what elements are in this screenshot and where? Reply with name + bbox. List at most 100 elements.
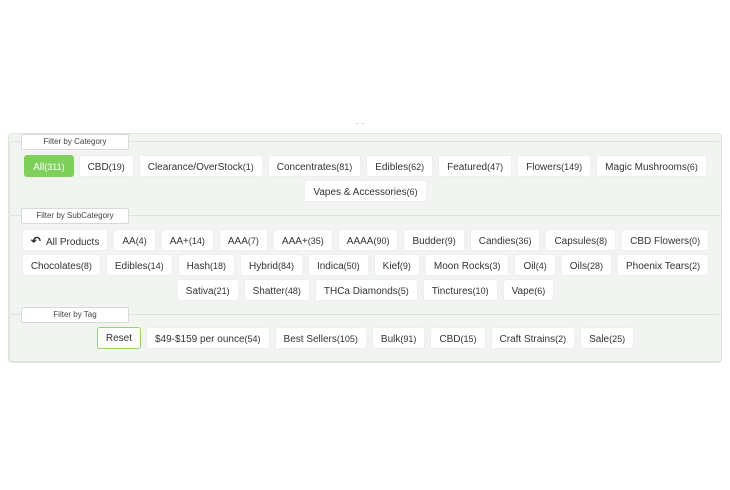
category-chip-concentrates[interactable]: Concentrates(81) <box>267 155 362 177</box>
category-chip-magic-mushrooms[interactable]: Magic Mushrooms(6) <box>596 155 707 177</box>
subcategory-chip-edibles[interactable]: Edibles(14) <box>105 254 173 276</box>
subcategory-chip-oil[interactable]: Oil(4) <box>514 254 556 276</box>
chip-label: Vape <box>511 286 535 297</box>
subcategory-chip-candies[interactable]: Candies(36) <box>469 229 541 251</box>
subcategory-chip-oils[interactable]: Oils(28) <box>560 254 612 276</box>
chip-count: (149) <box>561 162 583 172</box>
chip-count: (48) <box>284 286 301 296</box>
chip-label: Hash <box>186 261 211 272</box>
chip-count: (3) <box>489 261 501 271</box>
subcategory-chip-kief[interactable]: Kief(9) <box>373 254 420 276</box>
subcategory-chip-sativa[interactable]: Sativa(21) <box>176 279 239 301</box>
chip-label: Edibles <box>375 162 409 173</box>
chip-label: Oil <box>523 261 536 272</box>
subcategory-chip-hash[interactable]: Hash(18) <box>177 254 236 276</box>
chip-label: CBD <box>439 334 461 345</box>
subcategory-row: Sativa(21) Shatter(48) THCa Diamonds(5) Tin… <box>10 279 721 301</box>
tag-chip-sale[interactable]: Sale(25) <box>580 327 635 349</box>
subcategory-chip-cbd-flowers[interactable]: CBD Flowers(0) <box>621 229 710 251</box>
chip-label: Sativa <box>185 286 214 297</box>
subcategory-chip-aa[interactable]: AA(4) <box>113 229 156 251</box>
chip-count: (9) <box>444 236 456 246</box>
category-row: Vapes & Accessories(6) <box>10 180 721 202</box>
chip-label: AA <box>122 236 136 247</box>
chip-count: (28) <box>586 261 603 271</box>
chip-label: Candies <box>478 236 516 247</box>
chip-count: (47) <box>487 162 504 172</box>
subcategory-chip-aaa[interactable]: AAA+(35) <box>272 229 333 251</box>
chip-label: Sale <box>589 334 610 345</box>
subcategory-chip-budder[interactable]: Budder(9) <box>403 229 465 251</box>
category-chip-flowers[interactable]: Flowers(149) <box>517 155 592 177</box>
chip-count: (18) <box>210 261 227 271</box>
chip-label: Kief <box>382 261 400 272</box>
chip-label: Vapes & Accessories <box>313 187 407 198</box>
category-chip-cbd[interactable]: CBD(19) <box>78 155 134 177</box>
chip-count: (2) <box>689 261 701 271</box>
reset-button[interactable]: Reset <box>96 327 141 349</box>
subcategory-chip-hybrid[interactable]: Hybrid(84) <box>240 254 303 276</box>
chip-count: (4) <box>535 261 547 271</box>
chip-count: (14) <box>147 261 164 271</box>
chip-count: (19) <box>108 162 125 172</box>
chip-label: Concentrates <box>276 162 337 173</box>
chip-count: (5) <box>397 286 409 296</box>
subcategory-chip-capsules[interactable]: Capsules(8) <box>545 229 617 251</box>
category-chip-all[interactable]: All(311) <box>24 155 74 177</box>
chip-label: THCa Diamonds <box>323 286 398 297</box>
category-chip-edibles[interactable]: Edibles(62) <box>366 155 434 177</box>
tag-row: Reset $49-$159 per ounce(54) Best Sellers… <box>10 327 721 349</box>
chip-label: Clearance/OverStock <box>147 162 243 173</box>
subcategory-chip-aaa[interactable]: AAA(7) <box>218 229 268 251</box>
subcategory-chip-chocolates[interactable]: Chocolates(8) <box>21 254 101 276</box>
subcategory-chip-moon-rocks[interactable]: Moon Rocks(3) <box>424 254 510 276</box>
chip-label: Indica <box>316 261 344 272</box>
subcategory-chip-shatter[interactable]: Shatter(48) <box>243 279 310 301</box>
chip-label: Oils <box>569 261 587 272</box>
subcategory-chip-vape[interactable]: Vape(6) <box>502 279 555 301</box>
chip-count: (35) <box>307 236 324 246</box>
chip-count: (8) <box>596 236 608 246</box>
chip-count: (14) <box>188 236 205 246</box>
tag-chip-49-159-per-ounce[interactable]: $49-$159 per ounce(54) <box>145 327 270 349</box>
tag-filter-section: Filter by Tag Reset $49-$159 per ounce(5… <box>9 307 722 362</box>
tag-chip-best-sellers[interactable]: Best Sellers(105) <box>274 327 367 349</box>
chip-count: (21) <box>213 286 230 296</box>
tag-chip-cbd[interactable]: CBD(15) <box>430 327 486 349</box>
subcategory-chip-phoenix-tears[interactable]: Phoenix Tears(2) <box>616 254 710 276</box>
subcategory-chip-thca-diamonds[interactable]: THCa Diamonds(5) <box>314 279 418 301</box>
chip-count: (105) <box>336 334 358 344</box>
subcategory-chip-indica[interactable]: Indica(50) <box>307 254 369 276</box>
chip-count: (36) <box>515 236 532 246</box>
chip-count: (7) <box>247 236 259 246</box>
chip-count: (9) <box>399 261 411 271</box>
chip-count: (25) <box>609 334 626 344</box>
subcategory-chip-aa[interactable]: AA+(14) <box>160 229 214 251</box>
chip-count: (4) <box>135 236 147 246</box>
chip-label: Tinctures <box>431 286 473 297</box>
tag-chip-craft-strains[interactable]: Craft Strains(2) <box>490 327 576 349</box>
subcategory-filter-legend: Filter by SubCategory <box>21 208 129 224</box>
chip-count: (81) <box>336 162 353 172</box>
category-chip-clearance-overstock[interactable]: Clearance/OverStock(1) <box>138 155 263 177</box>
chip-label: Hybrid <box>249 261 278 272</box>
chip-label: Best Sellers <box>283 334 337 345</box>
category-chip-featured[interactable]: Featured(47) <box>438 155 513 177</box>
all-products-button[interactable]: ↶ All Products <box>21 229 109 251</box>
chip-label: AAA <box>227 236 248 247</box>
chip-count: (10) <box>472 286 489 296</box>
chip-label: Capsules <box>554 236 597 247</box>
chip-count: (90) <box>373 236 390 246</box>
category-chip-vapes-accessories[interactable]: Vapes & Accessories(6) <box>304 180 427 202</box>
chip-label: Budder <box>412 236 445 247</box>
subcategory-chip-aaaa[interactable]: AAAA(90) <box>337 229 399 251</box>
chip-label: Chocolates <box>30 261 81 272</box>
chip-label: Flowers <box>526 162 562 173</box>
tag-chip-bulk[interactable]: Bulk(91) <box>371 327 426 349</box>
chip-count: (1) <box>242 162 254 172</box>
chip-count: (0) <box>689 236 701 246</box>
chip-count: (50) <box>343 261 360 271</box>
chip-label: Craft Strains <box>499 334 556 345</box>
chip-count: (6) <box>534 286 546 296</box>
subcategory-chip-tinctures[interactable]: Tinctures(10) <box>422 279 498 301</box>
